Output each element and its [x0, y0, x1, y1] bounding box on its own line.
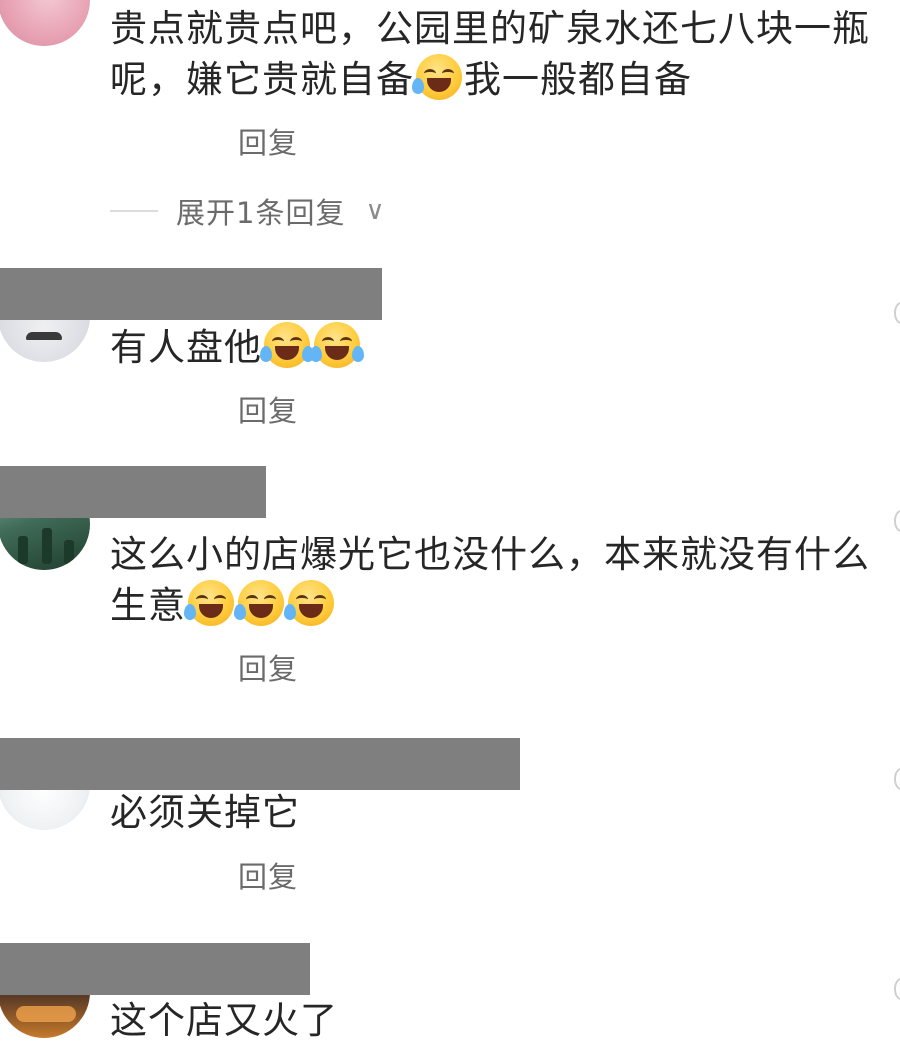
reply-button[interactable]: 回复	[238, 646, 298, 688]
comment-text: 这么小的店爆光它也没什么，本来就没有什么 生意	[110, 533, 870, 627]
like-icon[interactable]	[894, 302, 900, 324]
joy-tears-emoji-icon	[260, 322, 314, 368]
avatar[interactable]	[0, 0, 90, 46]
avatar-image	[26, 332, 62, 340]
redacted-username-bar	[0, 738, 520, 790]
redacted-username-bar	[0, 943, 310, 995]
like-icon[interactable]	[894, 978, 900, 1000]
redacted-username-bar	[0, 268, 382, 320]
rofl-emoji-icon	[412, 54, 462, 100]
comment-text: 必须关掉它	[110, 791, 300, 834]
chevron-down-icon: ∨	[365, 196, 386, 226]
comment-text: 贵点就贵点吧，公园里的矿泉水还七八块一瓶 呢，嫌它贵就自备 我一般都自备	[110, 7, 870, 101]
comment-text: 有人盘他	[110, 322, 870, 373]
rofl-emoji-icon	[284, 580, 334, 626]
reply-button[interactable]: 回复	[238, 120, 298, 162]
reply-button[interactable]: 回复	[238, 388, 298, 430]
expand-replies-button[interactable]: 展开1条回复 ∨	[110, 192, 385, 230]
rofl-emoji-icon	[184, 580, 234, 626]
like-icon[interactable]	[894, 510, 900, 532]
rofl-emoji-icon	[234, 580, 284, 626]
like-icon[interactable]	[894, 768, 900, 790]
comment-text: 这个店又火了	[110, 999, 338, 1042]
redacted-username-bar	[0, 466, 266, 518]
reply-button[interactable]: 回复	[238, 854, 298, 896]
divider	[110, 210, 158, 212]
joy-tears-emoji-icon	[310, 322, 364, 368]
